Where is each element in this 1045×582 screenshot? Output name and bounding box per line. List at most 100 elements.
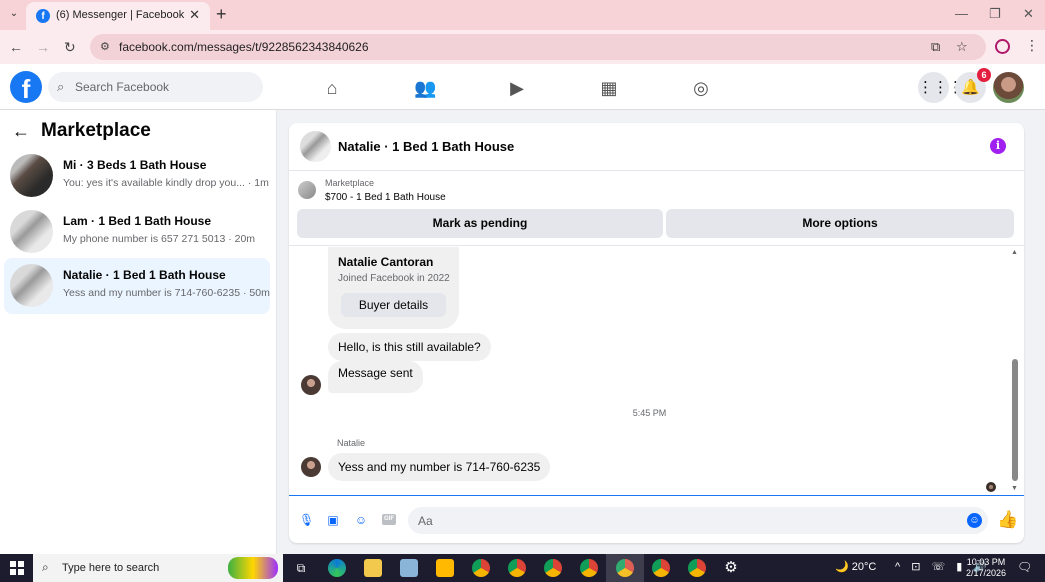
mark-as-pending-button[interactable]: Mark as pending bbox=[297, 209, 663, 238]
groups-icon[interactable]: ◎ bbox=[690, 77, 712, 99]
new-tab-button[interactable]: + bbox=[216, 4, 227, 25]
more-options-button[interactable]: More options bbox=[666, 209, 1014, 238]
back-arrow-icon[interactable]: ← bbox=[12, 121, 30, 142]
sidebar-title: Marketplace bbox=[41, 120, 151, 141]
forward-icon[interactable]: → bbox=[36, 39, 50, 55]
search-placeholder: Search Facebook bbox=[75, 80, 170, 94]
taskbar-search-input[interactable]: ⌕ Type here to search bbox=[33, 554, 283, 582]
thumbs-up-icon[interactable]: 👍 bbox=[997, 510, 1018, 530]
chrome-profile-active-icon[interactable] bbox=[606, 554, 644, 582]
chat-header: Natalie · 1 Bed 1 Bath House i bbox=[289, 123, 1024, 171]
friends-icon[interactable]: 👥 bbox=[414, 77, 436, 99]
site-settings-icon[interactable]: ⚙ bbox=[100, 40, 110, 53]
message-bubble: Hello, is this still available? bbox=[328, 333, 491, 361]
settings-gear-icon[interactable]: ⚙ bbox=[722, 559, 740, 577]
address-bar[interactable]: ⚙ facebook.com/messages/t/92285623438406… bbox=[90, 34, 986, 60]
edge-icon[interactable] bbox=[328, 559, 346, 577]
tab-search-icon[interactable]: ⌄ bbox=[6, 6, 22, 22]
conversation-snippet: You: yes it's available kindly drop you.… bbox=[63, 177, 269, 189]
listing-thumbnail[interactable] bbox=[298, 181, 316, 199]
task-view-icon[interactable]: ⧉ bbox=[292, 559, 310, 577]
conversation-avatar bbox=[10, 210, 53, 253]
menu-grid-icon[interactable]: ⋮⋮⋮ bbox=[918, 72, 963, 103]
scroll-down-icon[interactable]: ▼ bbox=[1011, 485, 1018, 492]
sender-label: Natalie bbox=[337, 438, 366, 448]
chrome-profile-icon[interactable] bbox=[544, 559, 562, 577]
weather-widget[interactable]: 🌙 20°C bbox=[835, 560, 876, 573]
browser-menu-icon[interactable]: ⋮ bbox=[1025, 37, 1039, 54]
chat-window: Natalie · 1 Bed 1 Bath House i Marketpla… bbox=[289, 123, 1024, 543]
windows-start-icon[interactable] bbox=[10, 561, 24, 575]
message-bubble: Message sent bbox=[328, 361, 423, 393]
notification-center-icon[interactable]: 🗨 bbox=[1017, 560, 1032, 574]
info-icon[interactable]: i bbox=[990, 138, 1006, 154]
listing-price-title[interactable]: $700 - 1 Bed 1 Bath House bbox=[325, 192, 446, 203]
weather-icon: 🌙 bbox=[835, 561, 849, 573]
chrome-profile-icon[interactable] bbox=[580, 559, 598, 577]
message-timestamp: 5:45 PM bbox=[632, 408, 667, 418]
file-explorer-icon[interactable] bbox=[364, 559, 382, 577]
facebook-search-input[interactable]: ⌕ Search Facebook bbox=[48, 72, 263, 102]
minimize-icon[interactable]: — bbox=[955, 6, 968, 21]
marketplace-icon[interactable]: ▦ bbox=[598, 77, 620, 99]
conversation-item-active[interactable]: Natalie · 1 Bed 1 Bath House Yess and my… bbox=[4, 258, 270, 314]
facebook-header: f ⌕ Search Facebook ⌂ 👥 ▶ ▦ ◎ ⋮⋮⋮ 🔔 bbox=[0, 64, 1045, 110]
home-icon[interactable]: ⌂ bbox=[321, 77, 343, 99]
message-input-placeholder: Aa bbox=[418, 514, 433, 528]
listing-source: Marketplace bbox=[325, 178, 375, 188]
scroll-up-icon[interactable]: ▲ bbox=[1011, 249, 1018, 256]
microphone-icon[interactable]: 🎙 bbox=[299, 513, 314, 527]
photo-icon[interactable]: ▣ bbox=[326, 513, 340, 527]
scrollbar-thumb[interactable] bbox=[1012, 359, 1018, 481]
facebook-favicon-icon: f bbox=[36, 9, 50, 23]
tab-close-icon[interactable]: ✕ bbox=[189, 7, 200, 23]
message-composer: 🎙 ▣ ☺ GIF Aa ☺ 👍 bbox=[289, 495, 1024, 543]
maximize-icon[interactable]: ❐ bbox=[989, 6, 1001, 22]
chat-title[interactable]: Natalie · 1 Bed 1 Bath House bbox=[338, 139, 514, 154]
browser-tab-strip: ⌄ f (6) Messenger | Facebook ✕ + — ❐ ✕ bbox=[0, 0, 1045, 30]
conversation-snippet: Yess and my number is 714-760-6235 · 50m bbox=[63, 287, 270, 299]
video-icon[interactable]: ▶ bbox=[506, 77, 528, 99]
chrome-profile-icon[interactable] bbox=[688, 559, 706, 577]
taskbar-search-placeholder: Type here to search bbox=[62, 562, 160, 574]
listing-banner: Marketplace $700 - 1 Bed 1 Bath House Ma… bbox=[289, 172, 1024, 246]
url-text[interactable]: facebook.com/messages/t/9228562343840626 bbox=[119, 40, 369, 54]
tab-title: (6) Messenger | Facebook bbox=[56, 9, 185, 21]
buyer-name: Natalie Cantoran bbox=[338, 255, 434, 269]
conversation-item[interactable]: Lam · 1 Bed 1 Bath House My phone number… bbox=[4, 204, 270, 260]
close-window-icon[interactable]: ✕ bbox=[1023, 6, 1034, 22]
taskbar-clock[interactable]: 10:03 PM 2/17/2026 bbox=[965, 557, 1007, 579]
chat-avatar[interactable] bbox=[300, 131, 331, 162]
conversation-name: Natalie · 1 Bed 1 Bath House bbox=[63, 268, 226, 282]
photos-icon[interactable] bbox=[400, 559, 418, 577]
emoji-icon[interactable]: ☺ bbox=[967, 513, 982, 528]
buyer-joined: Joined Facebook in 2022 bbox=[338, 273, 450, 284]
browser-tab[interactable]: f (6) Messenger | Facebook ✕ bbox=[26, 2, 210, 30]
search-icon: ⌕ bbox=[42, 560, 49, 574]
account-avatar[interactable] bbox=[993, 72, 1024, 103]
facebook-logo-icon[interactable]: f bbox=[10, 71, 42, 104]
seen-indicator bbox=[986, 482, 996, 492]
conversation-item[interactable]: Mi · 3 Beds 1 Bath House You: yes it's a… bbox=[4, 148, 270, 204]
marketplace-sidebar: ← Marketplace Mi · 3 Beds 1 Bath House Y… bbox=[0, 110, 277, 554]
buyer-details-button[interactable]: Buyer details bbox=[341, 293, 446, 317]
store-icon[interactable] bbox=[436, 559, 454, 577]
sticker-icon[interactable]: ☺ bbox=[354, 513, 368, 527]
chrome-profile-icon[interactable] bbox=[508, 559, 526, 577]
bookmark-star-icon[interactable]: ☆ bbox=[956, 39, 968, 55]
reload-icon[interactable]: ↻ bbox=[64, 39, 76, 56]
search-icon: ⌕ bbox=[57, 79, 65, 94]
message-list[interactable]: Natalie Cantoran Joined Facebook in 2022… bbox=[289, 247, 1024, 495]
browser-profile-icon[interactable] bbox=[995, 39, 1010, 54]
clock-date: 2/17/2026 bbox=[965, 568, 1007, 578]
sender-avatar bbox=[301, 375, 321, 395]
chrome-profile-icon[interactable] bbox=[652, 559, 670, 577]
gif-icon[interactable]: GIF bbox=[382, 514, 396, 525]
message-input[interactable]: Aa bbox=[408, 507, 988, 534]
chrome-icon[interactable] bbox=[472, 559, 490, 577]
install-app-icon[interactable]: ⧉ bbox=[931, 39, 940, 55]
search-highlight-icon[interactable] bbox=[228, 557, 278, 579]
sender-avatar bbox=[301, 457, 321, 477]
back-icon[interactable]: ← bbox=[9, 39, 23, 55]
message-scrollbar[interactable]: ▲ ▼ bbox=[1010, 247, 1020, 495]
